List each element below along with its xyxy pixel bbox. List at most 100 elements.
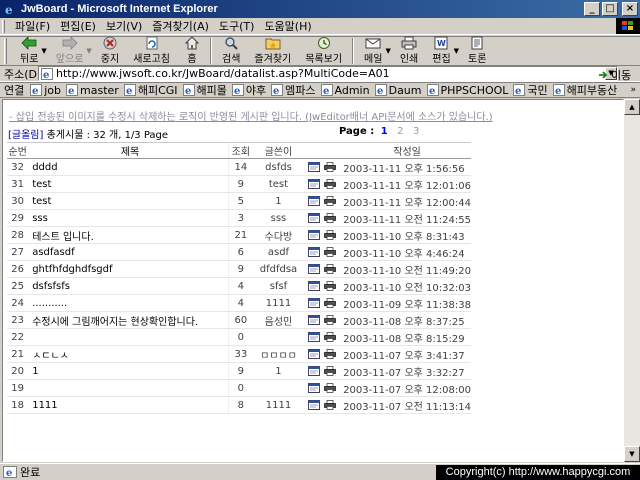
menu-file[interactable]: 파일(F) [10, 18, 55, 34]
board-notice-link[interactable]: - 삽입 전송된 이미지를 수정시 삭제하는 로직이 반영된 게시판 입니다. … [9, 108, 493, 123]
row-title-link[interactable]: 테스트 입니다. [28, 226, 229, 244]
print-row-icon[interactable] [323, 263, 336, 274]
table-row[interactable]: 20 1 9 1 2003-11-07 오후 3:32:27 [7, 362, 471, 380]
row-title-link[interactable]: dddd [28, 158, 229, 176]
link-daum[interactable]: e Daum [374, 84, 422, 97]
view-window-icon[interactable] [307, 246, 320, 257]
table-row[interactable]: 21 ㅅㄷㄴㅅ 33 ㅁㅁㅁㅁ 2003-11-07 오후 3:41:37 [7, 345, 471, 363]
table-row[interactable]: 30 test 5 1 2003-11-11 오후 12:00:44 [7, 192, 471, 210]
toolbar-grip[interactable] [4, 38, 7, 64]
row-title-link[interactable]: 1 [28, 362, 229, 380]
table-row[interactable]: 26 ghtfhfdghdfsgdf 9 dfdfdsa 2003-11-10 오전 1… [7, 260, 471, 278]
table-row[interactable]: 18 1111 8 1111 2003-11-07 오전 11:13:14 [7, 396, 471, 414]
print-row-icon[interactable] [323, 161, 336, 172]
forward-dropdown-icon[interactable]: ▼ [86, 47, 91, 55]
row-title-link[interactable]: dsfsfsfs [28, 277, 229, 295]
minimize-button[interactable]: _ [584, 2, 600, 16]
menu-view[interactable]: 보기(V) [101, 18, 147, 34]
menu-tools[interactable]: 도구(T) [214, 18, 260, 34]
mail-dropdown-icon[interactable]: ▼ [385, 47, 390, 55]
page-link[interactable]: 3 [413, 126, 419, 137]
table-row[interactable]: 24........... 4 1111 2003-11-09 오후 11:38:38 [7, 294, 471, 312]
print-row-icon[interactable] [323, 229, 336, 240]
link-happycgi[interactable]: e 해피CGI [123, 82, 178, 98]
view-window-icon[interactable] [307, 178, 320, 189]
link-job[interactable]: e job [30, 84, 61, 97]
table-row[interactable]: 29 sss 3 sss 2003-11-11 오전 11:24:55 [7, 209, 471, 227]
link-yahoo[interactable]: e 야후 [231, 82, 266, 98]
row-title-link[interactable]: sss [28, 209, 229, 227]
page-link[interactable]: 2 [397, 126, 403, 137]
view-window-icon[interactable] [307, 365, 320, 376]
print-row-icon[interactable] [323, 212, 336, 223]
print-row-icon[interactable] [323, 399, 336, 410]
menu-favorites[interactable]: 즐겨찾기(A) [147, 18, 214, 34]
row-title-link[interactable]: ghtfhfdghdfsgdf [28, 260, 229, 278]
view-window-icon[interactable] [307, 348, 320, 359]
table-row[interactable]: 25 dsfsfsfs 4 sfsf 2003-11-10 오전 10:32:03 [7, 277, 471, 295]
links-more-icon[interactable]: » [630, 85, 636, 95]
board-tag[interactable]: [글올림] [8, 130, 43, 141]
search-button[interactable]: 검색 [215, 37, 247, 65]
maximize-button[interactable]: □ [602, 2, 618, 16]
print-row-icon[interactable] [323, 348, 336, 359]
link-happy-realestate[interactable]: e 해피부동산 [552, 82, 617, 98]
home-button[interactable]: 홈 [177, 36, 207, 65]
link-admin[interactable]: e Admin [320, 84, 370, 97]
link-kookmin[interactable]: e 국민 [513, 82, 548, 98]
table-row[interactable]: 31 test 9 test 2003-11-11 오후 12:01:06 [7, 175, 471, 193]
print-row-icon[interactable] [323, 331, 336, 342]
row-title-link[interactable]: ㅅㄷㄴㅅ [28, 345, 229, 363]
view-window-icon[interactable] [307, 212, 320, 223]
row-title-link[interactable]: test [28, 192, 229, 210]
link-master[interactable]: e master [66, 84, 119, 97]
print-row-icon[interactable] [323, 314, 336, 325]
print-row-icon[interactable] [323, 297, 336, 308]
address-input[interactable]: e http://www.jwsoft.co.kr/JwBoard/datali… [38, 66, 618, 81]
edit-dropdown-icon[interactable]: ▼ [454, 47, 459, 55]
view-window-icon[interactable] [307, 297, 320, 308]
view-window-icon[interactable] [307, 195, 320, 206]
menu-grip[interactable] [2, 19, 5, 33]
menu-edit[interactable]: 편집(E) [55, 18, 101, 34]
discuss-button[interactable]: 토론 [461, 36, 493, 65]
link-empas[interactable]: e 엠파스 [271, 82, 316, 98]
view-window-icon[interactable] [307, 161, 320, 172]
print-row-icon[interactable] [323, 195, 336, 206]
link-phpschool[interactable]: e PHPSCHOOL [426, 84, 508, 97]
print-row-icon[interactable] [323, 382, 336, 393]
table-row[interactable]: 23 수정시에 그림깨어지는 현상확인합니다. 60 음성민 2003-11-08 오후… [7, 311, 471, 329]
link-happymall[interactable]: e 해피몰 [182, 82, 227, 98]
scroll-up-icon[interactable]: ▲ [624, 99, 640, 115]
vertical-scrollbar[interactable]: ▲ ▼ [624, 99, 640, 462]
view-window-icon[interactable] [307, 331, 320, 342]
print-row-icon[interactable] [323, 178, 336, 189]
row-title-link[interactable] [28, 379, 229, 397]
row-title-link[interactable] [28, 328, 229, 346]
favorites-button[interactable]: 즐겨찾기 [247, 37, 298, 65]
view-window-icon[interactable] [307, 280, 320, 291]
row-title-link[interactable]: test [28, 175, 229, 193]
print-row-icon[interactable] [323, 280, 336, 291]
close-button[interactable]: × [622, 2, 638, 16]
table-row[interactable]: 19 0 2003-11-07 오후 12:08:00 [7, 379, 471, 397]
print-row-icon[interactable] [323, 365, 336, 376]
back-dropdown-icon[interactable]: ▼ [41, 47, 46, 55]
view-window-icon[interactable] [307, 229, 320, 240]
refresh-button[interactable]: 새로고침 [126, 36, 177, 65]
menu-help[interactable]: 도움말(H) [259, 18, 316, 34]
print-button[interactable]: 인쇄 [393, 36, 425, 65]
table-row[interactable]: 27 asdfasdf 6 asdf 2003-11-10 오후 4:46:24 [7, 243, 471, 261]
scroll-down-icon[interactable]: ▼ [624, 446, 640, 462]
print-row-icon[interactable] [323, 246, 336, 257]
row-title-link[interactable]: asdfasdf [28, 243, 229, 261]
view-window-icon[interactable] [307, 382, 320, 393]
view-window-icon[interactable] [307, 399, 320, 410]
stop-button[interactable]: 중지 [94, 36, 126, 65]
go-button[interactable]: 이동 [598, 67, 631, 83]
view-window-icon[interactable] [307, 263, 320, 274]
forward-button[interactable]: 앞으로 [49, 36, 91, 65]
page-link-current[interactable]: 1 [381, 126, 388, 137]
row-title-link[interactable]: 1111 [28, 396, 229, 414]
row-title-link[interactable]: ........... [28, 294, 229, 312]
